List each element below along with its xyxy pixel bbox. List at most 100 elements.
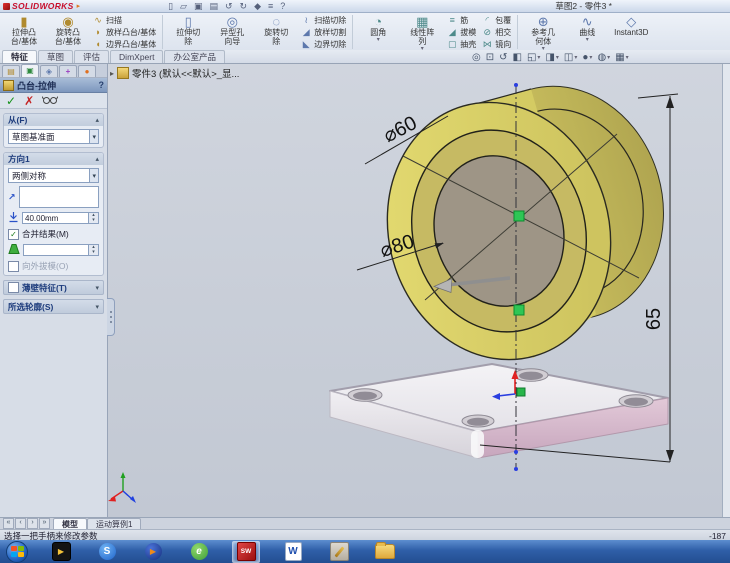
collapse-chevron-icon[interactable]: ▴ <box>95 116 99 124</box>
end-condition-select[interactable]: 两侧对称 ▾ <box>8 168 99 183</box>
save-icon[interactable]: ▣ <box>194 1 203 12</box>
taskbar-paint-tool[interactable] <box>326 542 352 562</box>
sketch-point[interactable] <box>514 83 518 87</box>
configurationmanager-tab[interactable]: ◈ <box>40 65 58 77</box>
taskbar-video-player[interactable]: ▶ <box>140 542 166 562</box>
previous-view-icon[interactable]: ↺ <box>499 52 507 63</box>
direction-reference-box[interactable] <box>18 186 99 208</box>
chevron-down-icon[interactable]: ▾ <box>89 169 98 182</box>
instant3d-button[interactable]: ◇ Instant3D <box>609 13 653 51</box>
extruded-boss-button[interactable]: ▮ 拉伸凸 台/基体 <box>2 13 46 51</box>
hole-wizard-button[interactable]: ◎ 异型孔 向导 <box>210 13 254 51</box>
open-icon[interactable]: ▱ <box>180 1 187 12</box>
wrap-button[interactable]: ◜ 包覆 <box>482 15 511 25</box>
zoom-area-icon[interactable]: ⊡ <box>486 52 494 63</box>
taskbar-word[interactable]: W <box>280 542 306 562</box>
curves-button[interactable]: ∿ 曲线 ▾ <box>565 13 609 51</box>
swept-cut-button[interactable]: ≀ 扫描切除 <box>301 15 347 25</box>
revolved-cut-button[interactable]: ◌ 旋转切 除 <box>254 13 298 51</box>
swept-boss-button[interactable]: ∿ 扫描 <box>93 15 156 25</box>
revolved-boss-button[interactable]: ◉ 旋转凸 台/基体 <box>46 13 90 51</box>
linear-pattern-button[interactable]: ▦ 线性阵 列 ▾ <box>400 13 444 52</box>
selected-contours-header[interactable]: 所选轮廓(S) ▾ <box>3 299 104 314</box>
next-tab-button[interactable]: › <box>27 518 38 529</box>
reverse-direction-icon[interactable]: ↗ <box>8 192 16 203</box>
view-orientation-icon[interactable]: ◱ ▾ <box>527 52 540 63</box>
extrude-preview-cylinder[interactable] <box>357 63 690 386</box>
intersect-button[interactable]: ⊘ 相交 <box>482 27 511 37</box>
tab-office-products[interactable]: 办公室产品 <box>164 50 225 63</box>
draft-spinner[interactable]: ▴ ▾ <box>88 244 99 256</box>
ok-button[interactable]: ✓ <box>6 95 16 107</box>
edit-appearance-icon[interactable]: ● ▾ <box>582 52 592 63</box>
shell-button[interactable]: ▢ 抽壳 <box>447 39 476 49</box>
rib-button[interactable]: ≡ 筋 <box>447 15 476 25</box>
expand-chevron-icon[interactable]: ▾ <box>95 284 99 292</box>
dimxpertmanager-tab[interactable]: + <box>59 65 77 77</box>
section-view-icon[interactable]: ◧ <box>513 52 522 63</box>
tab-features[interactable]: 特征 <box>2 50 38 63</box>
graphics-viewport[interactable]: ▸ 零件3 (默认<<默认>_显... ⌀60 ⌀80 65 <box>107 63 723 517</box>
tab-evaluate[interactable]: 评估 <box>74 50 110 63</box>
chevron-down-icon[interactable]: ▾ <box>89 130 98 143</box>
last-tab-button[interactable]: » <box>39 518 50 529</box>
tab-dimxpert[interactable]: DimXpert <box>110 50 164 63</box>
rebuild-icon[interactable]: ◆ <box>254 1 261 12</box>
extrude-handle-bottom[interactable] <box>513 304 525 316</box>
depth-spinner[interactable]: ▴ ▾ <box>88 212 99 224</box>
sketch-point[interactable] <box>514 467 518 471</box>
menu-expand-icon[interactable]: ▸ <box>77 2 81 10</box>
merge-result-checkbox[interactable]: ✓ <box>8 228 19 240</box>
apply-scene-icon[interactable]: ◍ ▾ <box>597 52 610 63</box>
print-icon[interactable]: ▤ <box>209 1 218 12</box>
boundary-cut-button[interactable]: ◣ 边界切除 <box>301 39 346 49</box>
dropdown-caret-icon[interactable]: ▾ <box>586 37 589 43</box>
tree-expand-icon[interactable]: ▸ <box>110 69 114 78</box>
reference-geometry-button[interactable]: ⊕ 参考几 何体 ▾ <box>521 13 565 52</box>
lofted-boss-button[interactable]: ◗ 放样凸台/基体 <box>93 27 156 37</box>
flyout-feature-tree[interactable]: ▸ 零件3 (默认<<默认>_显... <box>110 66 239 80</box>
boundary-boss-button[interactable]: ◖ 边界凸台/基体 <box>93 39 156 49</box>
direction1-group-header[interactable]: 方向1 ▴ <box>4 153 103 165</box>
start-button[interactable] <box>6 540 28 563</box>
view-settings-icon[interactable]: ▦ ▾ <box>615 52 628 63</box>
help-icon[interactable]: ? <box>99 80 105 90</box>
panel-splitter-handle[interactable] <box>107 298 115 336</box>
propertymanager-tab[interactable]: ▣ <box>21 64 39 77</box>
extrude-handle-top[interactable] <box>513 210 525 222</box>
lofted-cut-button[interactable]: ◢ 放样切割 <box>301 27 346 37</box>
hide-show-items-icon[interactable]: ◫ ▾ <box>564 52 577 63</box>
extruded-cut-button[interactable]: ▯ 拉伸切 除 <box>166 13 210 51</box>
collapse-chevron-icon[interactable]: ▴ <box>95 155 99 163</box>
base-plate[interactable] <box>329 363 669 459</box>
first-tab-button[interactable]: « <box>3 518 14 529</box>
preview-glasses-icon[interactable] <box>41 95 59 107</box>
depth-input[interactable]: 40.00mm <box>22 212 88 224</box>
from-group-header[interactable]: 从(F) ▴ <box>4 114 103 126</box>
prev-tab-button[interactable]: ‹ <box>15 518 26 529</box>
help-icon[interactable]: ? <box>280 1 285 12</box>
options-icon[interactable]: ≡ <box>268 1 273 12</box>
mirror-button[interactable]: ⋈ 镜向 <box>482 39 512 49</box>
taskbar-solidworks[interactable]: SW <box>232 540 260 563</box>
draft-outward-checkbox[interactable] <box>8 260 19 272</box>
draft-angle-icon[interactable] <box>8 243 20 257</box>
new-document-icon[interactable]: ▯ <box>168 1 173 12</box>
expand-chevron-icon[interactable]: ▾ <box>95 303 99 311</box>
displaymanager-tab[interactable]: ● <box>78 65 96 77</box>
draft-angle-input[interactable] <box>23 244 88 256</box>
display-style-icon[interactable]: ◨ ▾ <box>545 52 558 63</box>
taskbar-media-player[interactable]: ▶ <box>48 542 74 562</box>
taskbar-file-explorer[interactable] <box>372 542 398 562</box>
thin-feature-header[interactable]: 薄壁特征(T) ▾ <box>3 280 104 295</box>
zoom-fit-icon[interactable]: ◎ <box>472 52 481 63</box>
from-condition-select[interactable]: 草图基准面 ▾ <box>8 129 99 144</box>
undo-icon[interactable]: ↺ <box>225 1 233 12</box>
dropdown-caret-icon[interactable]: ▾ <box>377 37 380 43</box>
taskbar-browser-s[interactable]: S <box>94 542 120 562</box>
tab-sketch[interactable]: 草图 <box>38 50 74 63</box>
sketch-point[interactable] <box>514 450 518 454</box>
taskbar-browser-360[interactable]: e <box>186 542 212 562</box>
thin-feature-checkbox[interactable] <box>8 282 19 293</box>
fillet-button[interactable]: ◔ 圆角 ▾ <box>356 13 400 51</box>
